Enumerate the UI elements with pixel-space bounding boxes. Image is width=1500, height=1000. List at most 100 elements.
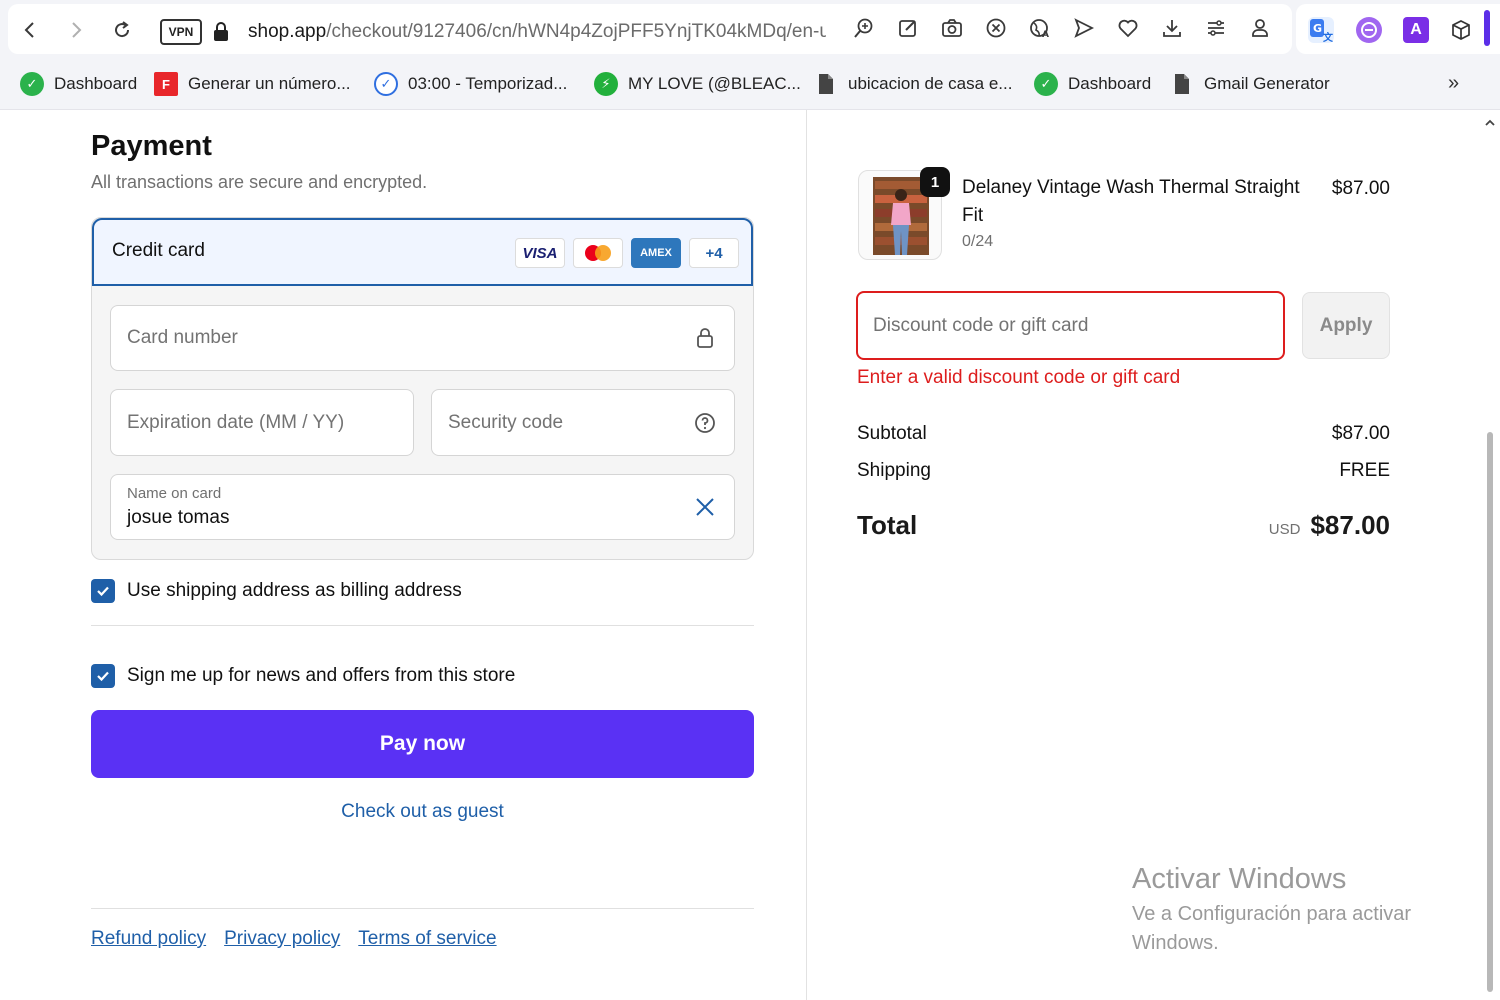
bookmark-label: 03:00 - Temporizad... bbox=[408, 74, 568, 93]
security-code-field bbox=[431, 389, 735, 456]
discount-error-message: Enter a valid discount code or gift card bbox=[857, 367, 1181, 388]
heart-icon[interactable] bbox=[1114, 14, 1142, 42]
mastercard-icon bbox=[573, 238, 623, 268]
menu-icon[interactable] bbox=[1202, 14, 1230, 42]
reload-icon[interactable] bbox=[108, 16, 136, 44]
green-badge-icon: ✓ bbox=[1034, 72, 1058, 96]
security-code-input[interactable] bbox=[432, 390, 734, 455]
bookmark-gmail-generator[interactable]: Gmail Generator bbox=[1170, 70, 1330, 98]
lock-icon bbox=[694, 327, 716, 349]
newsletter-checkbox[interactable] bbox=[91, 664, 115, 688]
payment-title: Payment bbox=[91, 130, 212, 162]
forward-icon[interactable] bbox=[62, 16, 90, 44]
payment-subtitle: All transactions are secure and encrypte… bbox=[91, 172, 428, 192]
bookmark-ubicacion[interactable]: ubicacion de casa e... bbox=[814, 70, 1012, 98]
subtotal-label: Subtotal bbox=[857, 423, 927, 444]
timer-check-icon: ✓ bbox=[374, 72, 398, 96]
toolbar-icons: A bbox=[850, 14, 1274, 42]
column-divider bbox=[806, 110, 807, 1000]
section-divider bbox=[91, 625, 754, 626]
total-value: $87.00 bbox=[1310, 510, 1390, 540]
sidebar-toggle-bar[interactable] bbox=[1484, 10, 1490, 46]
clear-icon[interactable] bbox=[694, 496, 716, 518]
billing-checkbox-label: Use shipping address as billing address bbox=[127, 580, 462, 601]
discount-code-input[interactable] bbox=[858, 293, 1283, 358]
translate-extension-icon[interactable]: G文 bbox=[1308, 17, 1334, 43]
card-number-field bbox=[110, 305, 735, 371]
visa-icon: VISA bbox=[515, 238, 565, 268]
credit-card-option[interactable]: Credit card VISA AMEX +4 bbox=[92, 218, 753, 286]
red-f-icon: F bbox=[154, 72, 178, 96]
refund-policy-link[interactable]: Refund policy bbox=[91, 928, 206, 950]
extensions-area: G文 A bbox=[1296, 4, 1500, 54]
payment-column: Payment All transactions are secure and … bbox=[0, 110, 806, 1000]
bookmark-dashboard-2[interactable]: ✓ Dashboard bbox=[1034, 70, 1151, 98]
bookmark-label: Dashboard bbox=[1068, 74, 1152, 93]
currency-code: USD bbox=[1268, 521, 1301, 538]
camera-icon[interactable] bbox=[938, 14, 966, 42]
zoom-icon[interactable] bbox=[850, 14, 878, 42]
name-on-card-label: Name on card bbox=[127, 485, 222, 502]
send-icon[interactable] bbox=[1070, 14, 1098, 42]
discount-code-field bbox=[856, 291, 1285, 360]
shipping-row: Shipping FREE bbox=[857, 460, 1390, 482]
url-field[interactable]: shop.app/checkout/9127406/cn/hWN4p4ZojPF… bbox=[248, 21, 826, 43]
scrollbar-thumb[interactable] bbox=[1487, 432, 1493, 992]
total-row: Total USD $87.00 bbox=[857, 510, 1390, 541]
card-brands: VISA AMEX +4 bbox=[515, 238, 739, 268]
document-icon bbox=[814, 72, 838, 96]
green-badge-icon: ✓ bbox=[20, 72, 44, 96]
edit-icon[interactable] bbox=[894, 14, 922, 42]
profile-icon[interactable] bbox=[1246, 14, 1274, 42]
privacy-policy-link[interactable]: Privacy policy bbox=[224, 928, 340, 950]
bookmark-generar-numero[interactable]: F Generar un número... bbox=[154, 70, 351, 98]
bookmarks-more-icon[interactable]: » bbox=[1448, 72, 1459, 95]
url-path: /checkout/9127406/cn/hWN4p4ZojPFF5YnjTK0… bbox=[326, 21, 826, 42]
bookmark-label: Generar un número... bbox=[188, 74, 351, 93]
shipping-label: Shipping bbox=[857, 460, 931, 481]
vpn-button[interactable]: VPN bbox=[160, 19, 202, 45]
help-icon[interactable] bbox=[694, 412, 716, 434]
billing-address-checkbox-row[interactable]: Use shipping address as billing address bbox=[91, 579, 462, 603]
amex-icon: AMEX bbox=[631, 238, 681, 268]
a-extension-icon[interactable]: A bbox=[1403, 17, 1429, 43]
product-price: $87.00 bbox=[1331, 178, 1390, 199]
name-on-card-field[interactable]: Name on card josue tomas bbox=[110, 474, 735, 540]
download-icon[interactable] bbox=[1158, 14, 1186, 42]
page-scrollbar[interactable] bbox=[1480, 110, 1500, 1000]
name-on-card-value[interactable]: josue tomas bbox=[127, 507, 229, 529]
bookmark-temporizador[interactable]: ✓ 03:00 - Temporizad... bbox=[374, 70, 567, 98]
world-translate-icon[interactable]: A bbox=[1026, 14, 1054, 42]
bookmark-my-love[interactable]: ⚡ MY LOVE (@BLEAC... bbox=[594, 70, 801, 98]
scroll-up-icon[interactable] bbox=[1484, 116, 1496, 128]
expiration-input[interactable] bbox=[111, 390, 413, 455]
payment-method-box: Credit card VISA AMEX +4 Card number Exp… bbox=[91, 217, 754, 560]
bookmark-label: ubicacion de casa e... bbox=[848, 74, 1013, 93]
cube-extension-icon[interactable] bbox=[1448, 17, 1474, 43]
bolt-icon: ⚡ bbox=[594, 72, 618, 96]
bookmark-label: Dashboard bbox=[54, 74, 138, 93]
subtotal-value: $87.00 bbox=[1331, 423, 1390, 444]
adblock-icon[interactable] bbox=[982, 14, 1010, 42]
back-icon[interactable] bbox=[16, 16, 44, 44]
watermark-subtitle: Ve a Configuración para activar Windows. bbox=[1132, 903, 1412, 954]
apply-discount-button[interactable]: Apply bbox=[1302, 292, 1390, 359]
purple-extension-icon[interactable] bbox=[1356, 17, 1382, 43]
document-icon bbox=[1170, 72, 1194, 96]
newsletter-checkbox-label: Sign me up for news and offers from this… bbox=[127, 665, 516, 686]
pay-now-button[interactable]: Pay now bbox=[91, 710, 754, 778]
billing-checkbox[interactable] bbox=[91, 579, 115, 603]
svg-text:G: G bbox=[1313, 22, 1322, 35]
bookmark-label: MY LOVE (@BLEAC... bbox=[628, 74, 801, 93]
browser-toolbar: VPN shop.app/checkout/9127406/cn/hWN4p4Z… bbox=[0, 0, 1500, 58]
terms-of-service-link[interactable]: Terms of service bbox=[358, 928, 496, 950]
bookmark-dashboard[interactable]: ✓ Dashboard bbox=[20, 70, 137, 98]
windows-activation-watermark: Activar Windows Ve a Configuración para … bbox=[1132, 863, 1452, 958]
svg-text:文: 文 bbox=[1323, 31, 1334, 43]
product-name: Delaney Vintage Wash Thermal Straight Fi… bbox=[962, 177, 1300, 226]
subtotal-row: Subtotal $87.00 bbox=[857, 423, 1390, 445]
lock-icon[interactable] bbox=[212, 22, 230, 42]
checkout-as-guest-link[interactable]: Check out as guest bbox=[91, 801, 754, 823]
newsletter-checkbox-row[interactable]: Sign me up for news and offers from this… bbox=[91, 664, 515, 688]
card-number-input[interactable] bbox=[111, 306, 734, 370]
